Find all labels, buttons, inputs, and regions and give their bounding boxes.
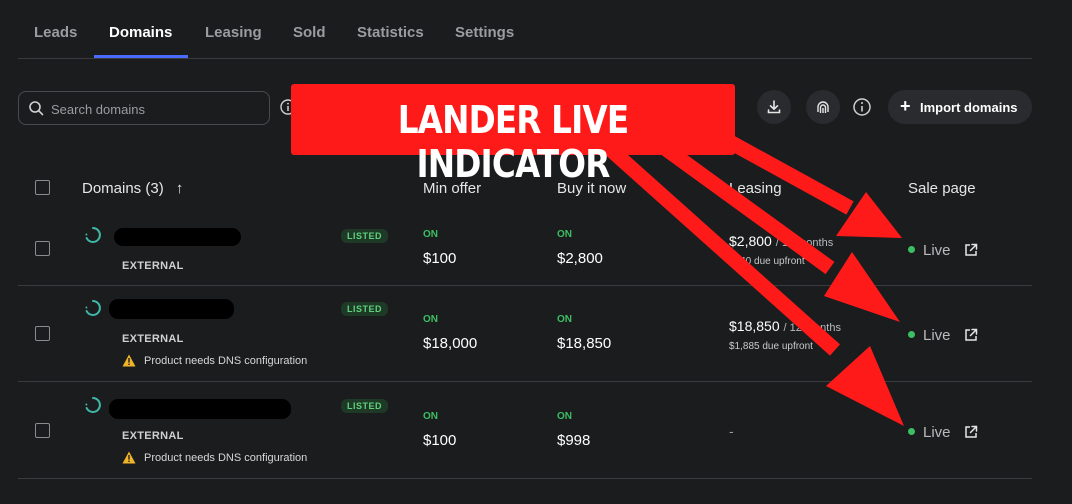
lease-term: / 12 months [775, 237, 834, 249]
lease-upfront: $1,885 due upfront [729, 341, 813, 352]
annotation-text: LANDER LIVE INDICATOR [397, 98, 629, 186]
buy-now-value: $18,850 [557, 335, 612, 352]
tab-bar: Leads Domains Leasing Sold Statistics Se… [18, 0, 1032, 59]
min-offer-status: ON [423, 229, 438, 240]
sale-page-status: Live [923, 327, 951, 344]
fingerprint-button[interactable] [806, 90, 840, 124]
lease-term: / 12 months [783, 322, 841, 334]
live-status-dot [908, 331, 915, 338]
select-all-checkbox[interactable] [35, 180, 50, 195]
spinner-icon [85, 300, 101, 316]
warning-icon [122, 354, 136, 367]
plus-icon: + [900, 96, 911, 116]
row-checkbox[interactable] [35, 241, 50, 256]
active-tab-indicator [94, 55, 188, 58]
tab-domains[interactable]: Domains [109, 24, 172, 41]
column-header-sale-page[interactable]: Sale page [908, 180, 976, 197]
domains-header-label: Domains (3) [82, 180, 164, 197]
buy-now-status: ON [557, 229, 572, 240]
search-input[interactable] [49, 92, 263, 126]
min-offer-value: $100 [423, 250, 457, 267]
import-domains-button[interactable]: + Import domains [888, 90, 1032, 124]
table-row [18, 212, 1032, 286]
lease-price: $18,850 / 12 months [729, 318, 841, 334]
dns-warning-text: Product needs DNS configuration [144, 355, 308, 367]
spinner-icon [85, 227, 101, 243]
download-button[interactable] [757, 90, 791, 124]
tab-leasing[interactable]: Leasing [205, 24, 262, 41]
domain-source: EXTERNAL [122, 260, 184, 272]
warning-icon [122, 451, 136, 464]
row-checkbox[interactable] [35, 423, 50, 438]
row-checkbox[interactable] [35, 326, 50, 341]
external-link-icon[interactable] [963, 242, 979, 258]
live-status-dot [908, 246, 915, 253]
dns-warning-text: Product needs DNS configuration [144, 452, 308, 464]
status-badge: LISTED [341, 399, 389, 413]
buy-now-status: ON [557, 314, 572, 325]
search-icon [29, 101, 44, 116]
search-box[interactable] [18, 91, 270, 126]
live-status-dot [908, 428, 915, 435]
min-offer-value: $100 [423, 432, 457, 449]
column-header-domains[interactable]: Domains (3) ↑ [82, 180, 183, 197]
external-link-icon[interactable] [963, 424, 979, 440]
redacted-domain-name[interactable] [109, 299, 234, 319]
lease-empty: - [729, 423, 734, 439]
annotation-label: LANDER LIVE INDICATOR [291, 84, 735, 186]
lease-price: $2,800 / 12 months [729, 233, 833, 249]
download-icon [767, 100, 781, 114]
lease-price-value: $2,800 [729, 233, 772, 249]
domain-source: EXTERNAL [122, 430, 184, 442]
sale-page-status: Live [923, 424, 951, 441]
sort-up-icon[interactable]: ↑ [176, 180, 184, 197]
min-offer-value: $18,000 [423, 335, 478, 352]
external-link-icon[interactable] [963, 327, 979, 343]
min-offer-status: ON [423, 411, 438, 422]
buy-now-value: $998 [557, 432, 591, 449]
info-icon[interactable] [852, 97, 872, 117]
sale-page-status: Live [923, 242, 951, 259]
domain-source: EXTERNAL [122, 333, 184, 345]
tab-sold[interactable]: Sold [293, 24, 326, 41]
lease-upfront: $240 due upfront [729, 256, 805, 267]
tab-statistics[interactable]: Statistics [357, 24, 424, 41]
import-domains-label: Import domains [920, 100, 1018, 115]
buy-now-value: $2,800 [557, 250, 603, 267]
status-badge: LISTED [341, 302, 389, 316]
redacted-domain-name[interactable] [114, 228, 241, 246]
tab-leads[interactable]: Leads [34, 24, 77, 41]
column-header-leasing[interactable]: Leasing [729, 180, 782, 197]
lease-price-value: $18,850 [729, 318, 780, 334]
tab-settings[interactable]: Settings [455, 24, 514, 41]
buy-now-status: ON [557, 411, 572, 422]
spinner-icon [85, 397, 101, 413]
status-badge: LISTED [341, 229, 389, 243]
min-offer-status: ON [423, 314, 438, 325]
fingerprint-icon [817, 101, 829, 113]
redacted-domain-name[interactable] [109, 399, 291, 419]
